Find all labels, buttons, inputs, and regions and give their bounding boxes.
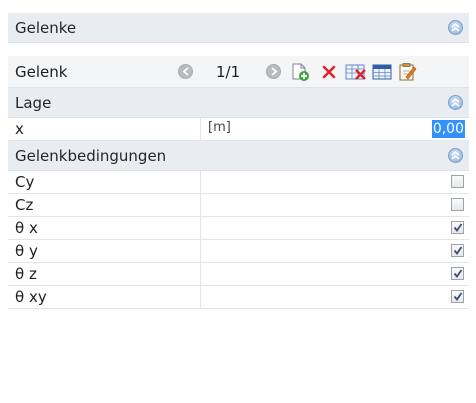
gelenk-counter: 1/1 [216,63,241,81]
lage-row-x: x [m] 0,00 [8,118,469,141]
row-label: θ y [15,242,38,260]
condition-row-theta-z: θ z [8,263,469,286]
cell-divider [200,194,201,216]
properties-panel: Gelenke Gelenk 1/1 Lage x [m] 0,00 Gelen… [8,13,469,403]
theta-x-checkbox[interactable] [451,221,464,234]
cell-divider [200,263,201,285]
row-label: Cz [15,196,34,214]
edit-clipboard-icon[interactable] [397,62,417,82]
next-circle-icon[interactable] [266,64,281,79]
theta-y-checkbox[interactable] [451,244,464,257]
unit-label: [m] [208,120,231,135]
section-header-gelenkbedingungen[interactable]: Gelenkbedingungen [8,141,469,171]
cell-divider [200,171,201,193]
previous-circle-icon[interactable] [178,64,193,79]
delete-x-icon[interactable] [319,62,339,82]
section-title-gelenkbedingungen: Gelenkbedingungen [15,147,167,165]
condition-row-theta-y: θ y [8,240,469,263]
double-chevron-up-icon[interactable] [448,20,463,35]
cell-divider [200,286,201,308]
row-label: θ x [15,219,38,237]
condition-row-cy: Cy [8,171,469,194]
cell-divider [200,240,201,262]
double-chevron-up-icon[interactable] [448,95,463,110]
row-label: θ xy [15,288,47,306]
gelenk-navigator-row: Gelenk 1/1 [8,56,469,88]
section-header-gelenke[interactable]: Gelenke [8,13,469,43]
gelenk-label: Gelenk [15,63,68,81]
condition-row-theta-xy: θ xy [8,286,469,309]
cell-divider [200,118,201,140]
row-label: θ z [15,265,37,283]
condition-row-cz: Cz [8,194,469,217]
section-title-lage: Lage [15,94,52,112]
x-value-input[interactable]: 0,00 [431,120,465,138]
cy-checkbox[interactable] [451,175,464,188]
section-title-gelenke: Gelenke [15,19,77,37]
add-item-icon[interactable] [290,62,310,82]
condition-row-theta-x: θ x [8,217,469,240]
section-header-lage[interactable]: Lage [8,88,469,118]
cell-divider [200,217,201,239]
delete-table-icon[interactable] [345,62,366,82]
theta-xy-checkbox[interactable] [451,290,464,303]
row-label: x [15,120,24,138]
table-icon[interactable] [372,62,392,82]
double-chevron-up-icon[interactable] [448,148,463,163]
cz-checkbox[interactable] [451,198,464,211]
theta-z-checkbox[interactable] [451,267,464,280]
row-label: Cy [15,173,35,191]
